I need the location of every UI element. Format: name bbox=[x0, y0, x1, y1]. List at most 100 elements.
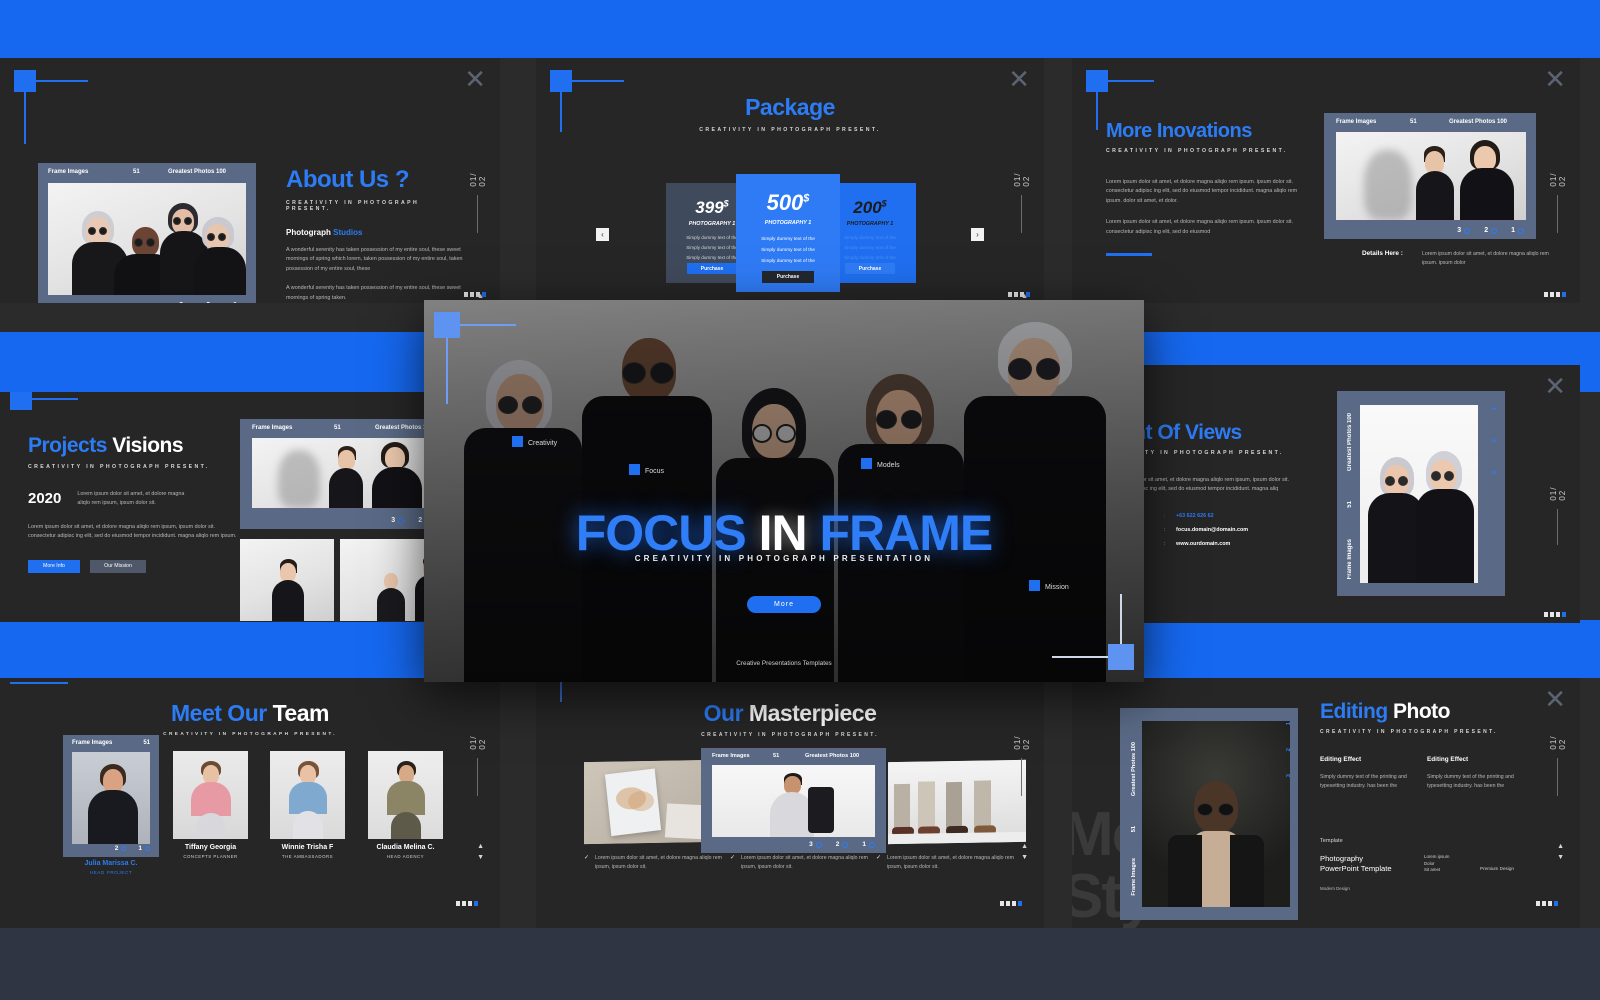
purchase-button[interactable]: Purchase bbox=[687, 263, 737, 274]
hero-tag: Creativity bbox=[512, 436, 557, 447]
frame-num-2[interactable]: 2 bbox=[115, 845, 119, 852]
pager-label: 01/ 02 bbox=[468, 172, 487, 187]
slide-dots[interactable] bbox=[456, 901, 478, 906]
slide-dots[interactable] bbox=[1544, 612, 1566, 617]
pager-bar bbox=[1557, 194, 1558, 233]
frame-num-1[interactable]: 1 bbox=[233, 302, 237, 303]
frame-pagination[interactable]: 2 1 bbox=[115, 845, 150, 852]
frame-num-3[interactable]: 3 bbox=[809, 841, 813, 848]
arrow-down-icon[interactable]: ▼ bbox=[1557, 854, 1564, 861]
pricing-card-featured[interactable]: 500$ PHOTOGRAPHY 1 Simply dummy text of … bbox=[736, 174, 840, 292]
bullet-item: ✓ Lorem ipsum dolor sit amet, et dolore … bbox=[876, 854, 1016, 872]
frame-num-3[interactable]: 3 bbox=[1457, 227, 1461, 234]
frame-num-3[interactable]: 3 bbox=[179, 302, 183, 303]
frame-pagination[interactable]: 1 bbox=[1491, 407, 1498, 411]
tag-marker-icon bbox=[861, 458, 872, 469]
hero-more-button[interactable]: More bbox=[747, 596, 821, 613]
slide-dots[interactable] bbox=[464, 292, 486, 297]
arrow-up-icon[interactable]: ▲ bbox=[1557, 843, 1564, 850]
hero-subtitle: CREATIVITY IN PHOTOGRAPH PRESENTATION bbox=[634, 554, 934, 563]
hero-slide[interactable]: Creativity Focus Models Mission FOCUS IN… bbox=[424, 300, 1144, 682]
arrow-up-icon[interactable]: ▲ bbox=[477, 843, 484, 850]
hero-tag-label: Focus bbox=[645, 468, 665, 475]
frame-num-3[interactable]: 3 bbox=[1286, 774, 1292, 777]
slide-more-inovations[interactable]: ✕ More Inovations CREATIVITY IN PHOTOGRA… bbox=[1072, 58, 1580, 303]
pricing-price: 500$ bbox=[766, 190, 810, 215]
team-member-photo[interactable] bbox=[368, 751, 443, 839]
masterpiece-photo-right[interactable] bbox=[888, 759, 1026, 845]
more-info-button[interactable]: More Info bbox=[28, 559, 80, 573]
purchase-button[interactable]: Purchase bbox=[762, 271, 814, 283]
team-member-name: Julia Marissa C. bbox=[84, 860, 138, 867]
close-icon[interactable]: ✕ bbox=[1544, 373, 1566, 399]
contact-value[interactable]: www.ourdomain.com bbox=[1176, 541, 1230, 547]
slide-point-of-views[interactable]: ✕ Point Of Views CREATIVITY IN PHOTOGRAP… bbox=[1072, 365, 1580, 623]
close-icon[interactable]: ✕ bbox=[464, 66, 486, 92]
frame-caption-mid: 51 bbox=[773, 753, 780, 759]
frame-num-3[interactable]: 3 bbox=[1491, 471, 1498, 475]
bracket-square bbox=[10, 392, 32, 410]
slide-about-us[interactable]: ✕ Frame Images 51 Greatest Photos 100 Ab… bbox=[0, 58, 500, 303]
masterpiece-photo-left[interactable] bbox=[584, 759, 714, 845]
team-member-name: Tiffany Georgia bbox=[184, 844, 237, 851]
frame-num-3[interactable]: 3 bbox=[391, 517, 395, 524]
arrow-down-icon[interactable]: ▼ bbox=[477, 854, 484, 861]
frame-num-1[interactable]: 1 bbox=[1511, 227, 1515, 234]
hero-tag: Mission bbox=[1029, 580, 1069, 591]
hero-overlay bbox=[424, 300, 1144, 682]
frame-num-2[interactable]: 2 bbox=[418, 517, 422, 524]
tag-marker-icon bbox=[512, 436, 523, 447]
close-icon[interactable]: ✕ bbox=[1008, 66, 1030, 92]
frame-num-1[interactable]: 1 bbox=[1491, 407, 1498, 411]
contact-value[interactable]: focus.domain@domain.com bbox=[1176, 527, 1248, 533]
arrow-down-icon[interactable]: ▼ bbox=[1021, 854, 1028, 861]
carousel-next-button[interactable]: › bbox=[971, 228, 984, 241]
slide-dots[interactable] bbox=[1544, 292, 1566, 297]
frame-num-1[interactable]: 1 bbox=[862, 841, 866, 848]
slide-dots[interactable] bbox=[1008, 292, 1030, 297]
slide-our-masterpiece[interactable]: Our Masterpiece CREATIVITY IN PHOTOGRAPH… bbox=[536, 678, 1044, 928]
carousel-prev-button[interactable]: ‹ bbox=[596, 228, 609, 241]
slide-editing-photo[interactable]: ✕ Mo Style. Greatest Photos 100 51 Frame… bbox=[1072, 678, 1580, 928]
frame-num-2[interactable]: 2 bbox=[1286, 748, 1292, 751]
close-icon[interactable]: ✕ bbox=[1544, 686, 1566, 712]
our-mission-button[interactable]: Our Mission bbox=[90, 559, 146, 573]
frame-num-2[interactable]: 2 bbox=[1491, 439, 1498, 443]
slide-package[interactable]: ✕ Package CREATIVITY IN PHOTOGRAPH PRESE… bbox=[536, 58, 1044, 303]
frame-photo bbox=[48, 183, 246, 295]
slide-arrows[interactable]: ▲ ▼ bbox=[1557, 843, 1564, 861]
contact-value[interactable]: +63 622 626 62 bbox=[1176, 513, 1214, 519]
year-text: Lorem ipsum dolor sit amet, et dolore ma… bbox=[77, 491, 185, 507]
hero-tag-label: Mission bbox=[1045, 584, 1069, 591]
frame-caption-mid: 51 bbox=[334, 425, 341, 431]
team-member-photo[interactable] bbox=[173, 751, 248, 839]
frame-num-2[interactable]: 2 bbox=[206, 302, 210, 303]
column-text: Simply dummy text of the printing and ty… bbox=[1320, 774, 1407, 790]
frame-num-1[interactable]: 1 bbox=[1286, 722, 1292, 725]
team-member-photo[interactable] bbox=[270, 751, 345, 839]
frame-pagination[interactable]: 3 2 1 bbox=[809, 841, 875, 848]
details-label: Details Here : bbox=[1362, 250, 1403, 257]
frame-num-2[interactable]: 2 bbox=[1484, 227, 1488, 234]
frame-caption-left: Frame Images bbox=[1347, 539, 1353, 580]
frame-caption-left: Frame Images bbox=[72, 740, 113, 746]
team-member-card-featured[interactable]: Frame Images 51 2 1 bbox=[63, 735, 159, 857]
side-notes: Lorem ipsum Dolor Sit amet bbox=[1424, 854, 1450, 873]
slide-arrows[interactable]: ▲ ▼ bbox=[477, 843, 484, 861]
pager-label: 01/ 02 bbox=[1012, 735, 1031, 750]
frame-num-2[interactable]: 2 bbox=[836, 841, 840, 848]
frame-caption-mid: 51 bbox=[1131, 826, 1137, 833]
slide-arrows[interactable]: ▲ ▼ bbox=[1021, 843, 1028, 861]
frame-pagination[interactable]: 3 2 1 bbox=[1457, 227, 1524, 234]
frame-num-1[interactable]: 1 bbox=[138, 845, 142, 852]
pager-label: 01/ 02 bbox=[1548, 172, 1567, 187]
slide-dots[interactable] bbox=[1536, 901, 1558, 906]
close-icon[interactable]: ✕ bbox=[1544, 66, 1566, 92]
bracket-hline bbox=[1108, 80, 1154, 82]
frame-pagination[interactable]: 3 2 1 bbox=[179, 302, 246, 303]
slide-meet-our-team[interactable]: Meet Our Team CREATIVITY IN PHOTOGRAPH P… bbox=[0, 678, 500, 928]
column-heading: Editing Effect bbox=[1427, 756, 1469, 763]
arrow-up-icon[interactable]: ▲ bbox=[1021, 843, 1028, 850]
slide-dots[interactable] bbox=[1000, 901, 1022, 906]
purchase-button[interactable]: Purchase bbox=[845, 263, 895, 274]
